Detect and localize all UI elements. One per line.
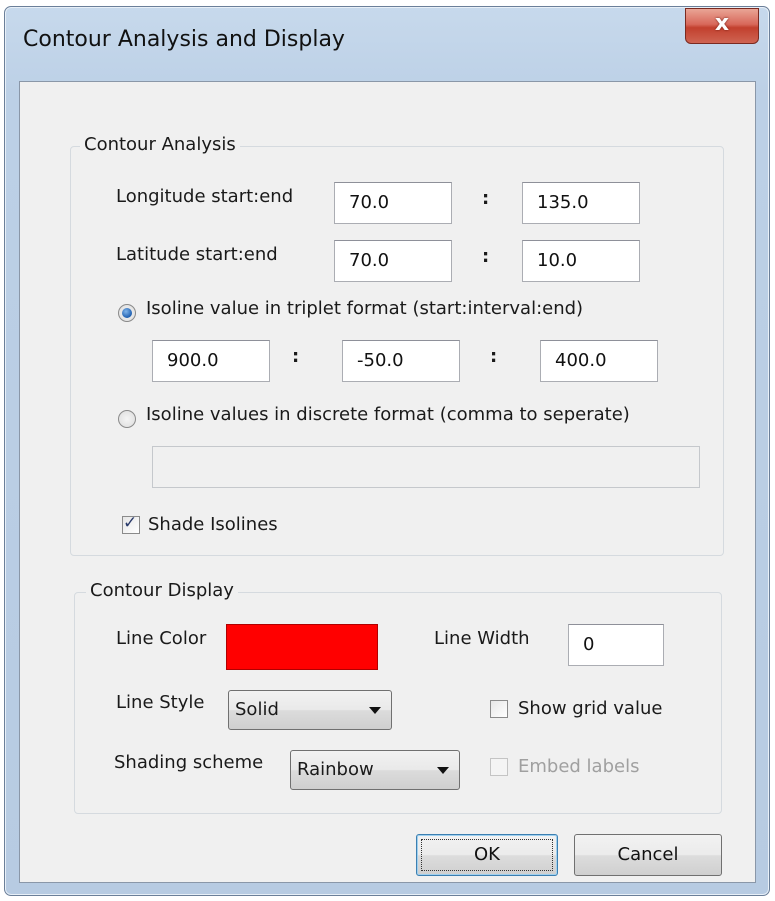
latitude-label: Latitude start:end: [116, 244, 278, 265]
latitude-start-input[interactable]: 70.0: [334, 240, 452, 282]
dialog-window: Contour Analysis and Display x Contour A…: [4, 6, 770, 896]
triplet-end-input[interactable]: 400.0: [540, 340, 658, 382]
discrete-format-label[interactable]: Isoline values in discrete format (comma…: [146, 404, 630, 425]
line-style-label: Line Style: [116, 692, 205, 713]
discrete-format-radio[interactable]: [118, 410, 136, 428]
discrete-values-input[interactable]: [152, 446, 700, 488]
shading-scheme-value: Rainbow: [297, 759, 374, 780]
triplet-start-input[interactable]: 900.0: [152, 340, 270, 382]
show-grid-value-label[interactable]: Show grid value: [518, 698, 662, 719]
longitude-end-input[interactable]: 135.0: [522, 182, 640, 224]
triplet-interval-input[interactable]: -50.0: [342, 340, 460, 382]
close-button[interactable]: x: [685, 8, 759, 44]
line-width-label: Line Width: [434, 628, 530, 649]
line-color-swatch[interactable]: [226, 624, 378, 670]
embed-labels-checkbox: [490, 758, 508, 776]
longitude-label: Longitude start:end: [116, 186, 294, 207]
dialog-client-area: Contour Analysis Longitude start:end 70.…: [19, 81, 756, 883]
latitude-end-input[interactable]: 10.0: [522, 240, 640, 282]
triplet-separator-2: :: [490, 346, 498, 367]
line-width-input[interactable]: 0: [568, 624, 664, 666]
longitude-separator: :: [482, 188, 490, 209]
cancel-button[interactable]: Cancel: [574, 834, 722, 876]
shading-scheme-label: Shading scheme: [114, 752, 264, 773]
line-color-label: Line Color: [116, 628, 207, 649]
chevron-down-icon: [369, 707, 381, 714]
shading-scheme-select[interactable]: Rainbow: [290, 750, 460, 790]
line-style-value: Solid: [235, 699, 279, 720]
chevron-down-icon: [437, 767, 449, 774]
embed-labels-label: Embed labels: [518, 756, 640, 777]
triplet-separator-1: :: [292, 346, 300, 367]
contour-analysis-group-label: Contour Analysis: [80, 134, 240, 155]
longitude-start-input[interactable]: 70.0: [334, 182, 452, 224]
triplet-format-label[interactable]: Isoline value in triplet format (start:i…: [146, 298, 583, 319]
close-icon: x: [714, 11, 730, 36]
cancel-button-label: Cancel: [617, 844, 679, 865]
show-grid-value-checkbox[interactable]: [490, 700, 508, 718]
contour-display-group-label: Contour Display: [86, 580, 238, 601]
shade-isolines-checkbox[interactable]: ✓: [122, 513, 140, 534]
checkmark-icon: ✓: [123, 513, 138, 533]
ok-button[interactable]: OK: [416, 834, 558, 876]
triplet-format-radio[interactable]: [118, 304, 136, 322]
shade-isolines-label[interactable]: Shade Isolines: [148, 514, 278, 535]
focus-rectangle: [421, 839, 553, 871]
title-bar[interactable]: Contour Analysis and Display x: [5, 7, 769, 77]
window-title: Contour Analysis and Display: [23, 27, 345, 52]
line-style-select[interactable]: Solid: [228, 690, 392, 730]
latitude-separator: :: [482, 246, 490, 267]
